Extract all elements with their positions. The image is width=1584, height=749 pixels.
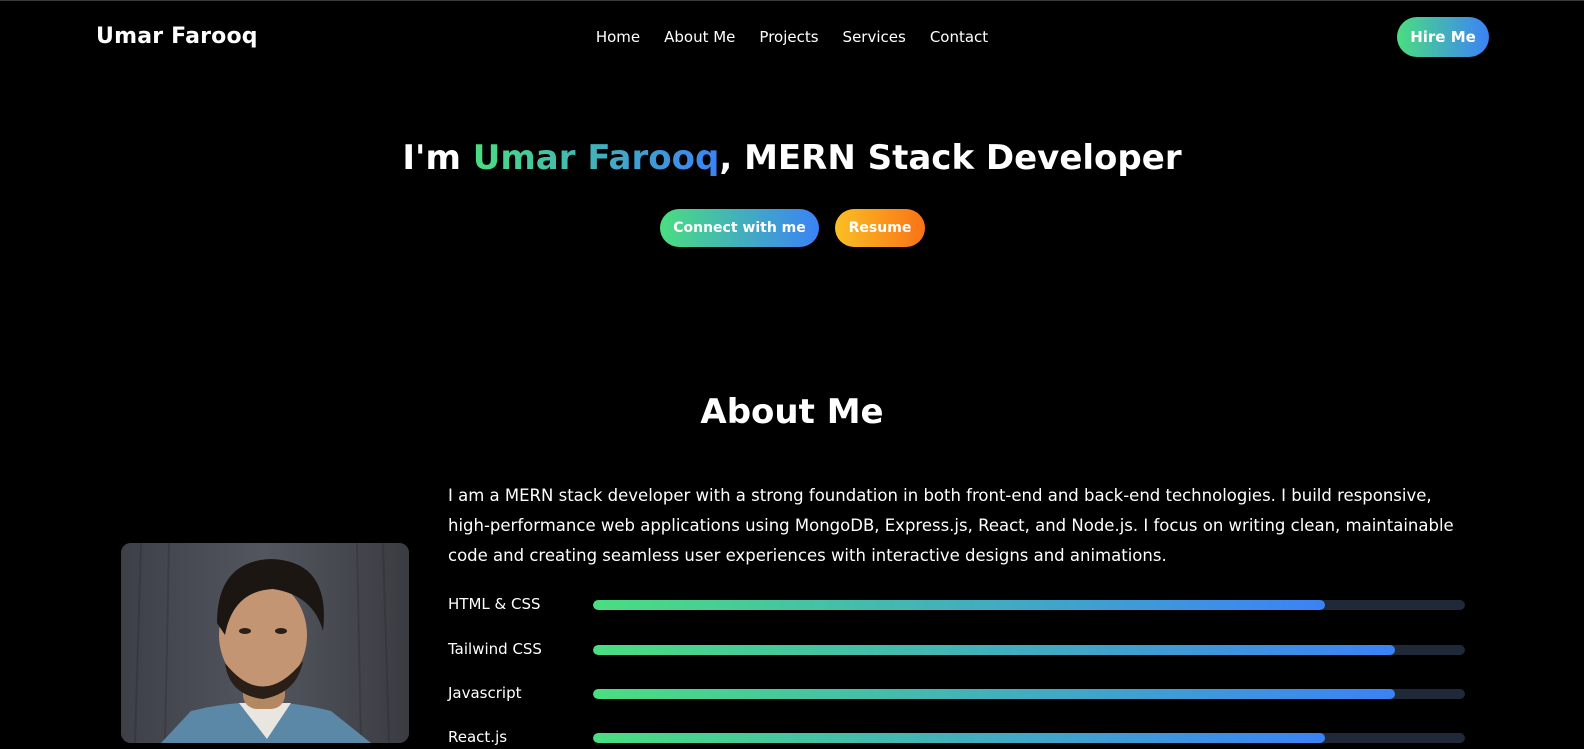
skill-row: Javascript [448,681,1465,705]
skill-row: HTML & CSS [448,592,1465,616]
nav-item-projects[interactable]: Projects [759,28,818,46]
about-description: I am a MERN stack developer with a stron… [448,486,1454,565]
resume-button[interactable]: Resume [835,209,925,247]
navbar: Umar Farooq Home About Me Projects Servi… [0,0,1584,76]
nav-item-home[interactable]: Home [596,28,640,46]
skill-progress-track [593,733,1465,743]
skill-progress-fill [593,689,1396,699]
hire-me-button[interactable]: Hire Me [1397,17,1489,57]
skill-label: Javascript [448,684,522,702]
profile-photo [121,543,409,743]
hero-title-suffix: , MERN Stack Developer [719,138,1182,178]
skill-row: React.js [448,725,1465,749]
skill-progress-track [593,689,1465,699]
profile-portrait-illustration [121,543,409,743]
nav-item-about[interactable]: About Me [664,28,735,46]
hero-title-prefix: I'm [402,138,473,178]
skill-progress-track [593,645,1465,655]
skill-label: React.js [448,728,508,746]
nav-links: Home About Me Projects Services Contact [0,28,1584,46]
skill-progress-fill [593,600,1326,610]
skill-progress-track [593,600,1465,610]
skill-label: Tailwind CSS [448,640,542,658]
nav-item-contact[interactable]: Contact [930,28,988,46]
hero-name: Umar Farooq [472,138,720,178]
connect-button[interactable]: Connect with me [660,209,819,247]
skill-progress-fill [593,645,1396,655]
nav-item-services[interactable]: Services [843,28,906,46]
skill-row: Tailwind CSS [448,637,1465,661]
hero-title: I'm Umar Farooq, MERN Stack Developer [0,138,1584,178]
skill-label: HTML & CSS [448,595,541,613]
skill-progress-fill [593,733,1326,743]
about-heading: About Me [700,392,884,432]
